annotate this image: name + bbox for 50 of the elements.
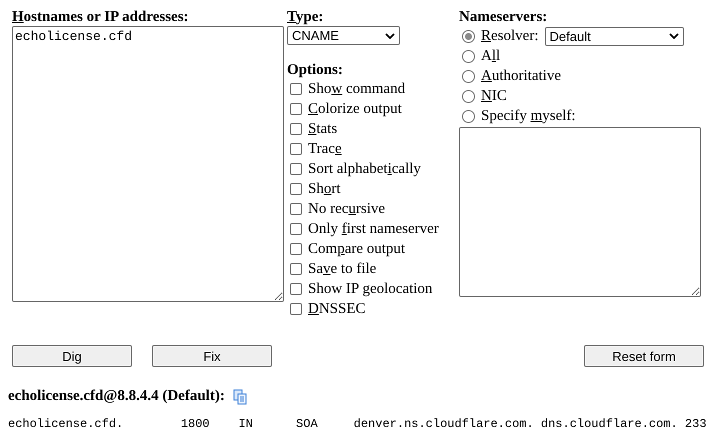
- option-label: Only first nameserver: [308, 220, 439, 239]
- checkbox[interactable]: [290, 103, 302, 115]
- checkbox[interactable]: [290, 123, 302, 135]
- checkbox[interactable]: [290, 243, 302, 255]
- nameserver-label: Authoritative: [481, 67, 561, 86]
- option-label: Colorize output: [308, 100, 402, 119]
- radio-button[interactable]: [462, 90, 475, 102]
- checkbox[interactable]: [290, 83, 302, 95]
- radio-button[interactable]: [462, 50, 475, 62]
- option-label: Sort alphabetically: [308, 160, 421, 179]
- nameservers-field[interactable]: [459, 127, 701, 297]
- checkbox[interactable]: [290, 283, 302, 295]
- resolver-select[interactable]: Default: [544, 26, 684, 46]
- option-label: Stats: [308, 120, 338, 139]
- type-select[interactable]: CNAME: [287, 26, 400, 45]
- option-label: Compare output: [308, 240, 406, 259]
- result-heading: echolicense.cfd@8.8.4.4 (Default):: [8, 388, 225, 405]
- radio-button[interactable]: [462, 110, 475, 122]
- nameserver-label: Specify myself:: [481, 107, 576, 126]
- nameservers-label: Nameservers:: [459, 8, 548, 26]
- radio-button[interactable]: [462, 70, 475, 82]
- checkbox[interactable]: [290, 223, 302, 235]
- option-label: Trace: [308, 140, 342, 159]
- action-button[interactable]: Dig: [12, 345, 132, 367]
- output-line: echolicense.cfd. 1800 IN SOA denver.ns.cloudflare.com. dns.cloudflare.com. 233: [8, 417, 707, 431]
- radio-button[interactable]: [462, 30, 475, 42]
- reset-button[interactable]: Reset form: [584, 345, 704, 367]
- hostnames-label: Hostnames or IP addresses:: [12, 8, 190, 26]
- option-label: Save to file: [308, 260, 376, 279]
- action-button[interactable]: Fix: [152, 345, 272, 367]
- checkbox[interactable]: [290, 143, 302, 155]
- chevron-icon: [385, 32, 395, 38]
- nameserver-label: All: [481, 47, 500, 66]
- option-label: DNSSEC: [308, 300, 366, 319]
- checkbox[interactable]: [290, 263, 302, 275]
- checkbox[interactable]: [290, 183, 302, 195]
- hostnames-field[interactable]: echolicense.cfd: [12, 26, 284, 302]
- option-label: No recursive: [308, 200, 386, 219]
- checkbox[interactable]: [290, 203, 302, 215]
- option-label: Short: [308, 180, 341, 199]
- checkbox[interactable]: [290, 163, 302, 175]
- option-label: Show command: [308, 80, 406, 99]
- copy-icon[interactable]: [232, 388, 247, 404]
- nameserver-label: NIC: [481, 87, 507, 106]
- nameserver-label: Resolver:: [481, 27, 538, 46]
- option-label: Show IP geolocation: [308, 280, 432, 299]
- options-label: Options:: [287, 61, 344, 79]
- type-label: Type:: [287, 8, 324, 26]
- checkbox[interactable]: [290, 303, 302, 315]
- chevron-icon: [668, 33, 678, 39]
